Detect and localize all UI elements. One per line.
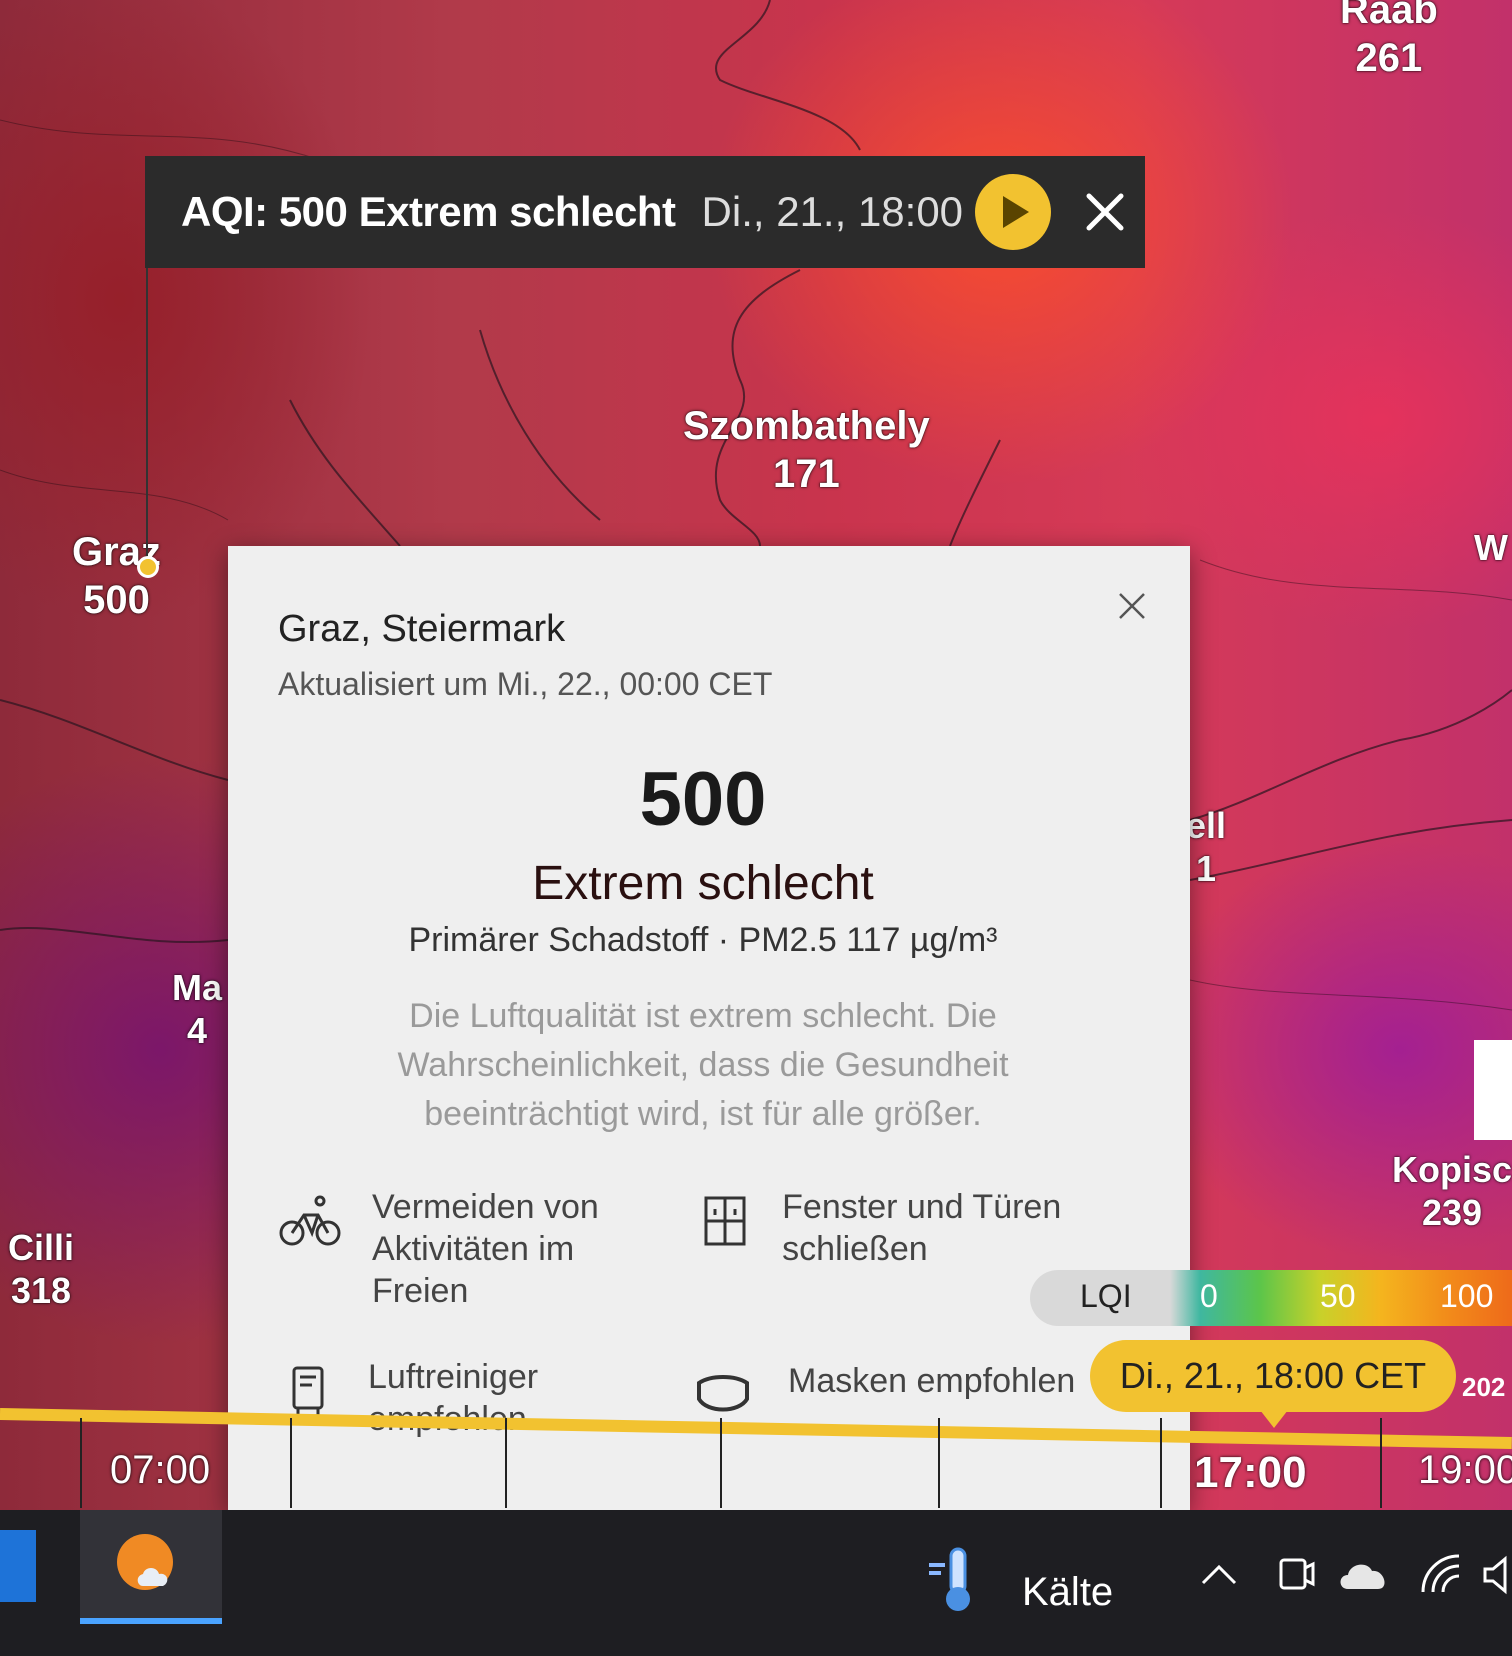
timeline-tick bbox=[720, 1418, 722, 1508]
card-close-button[interactable] bbox=[1112, 586, 1152, 626]
graz-location-marker[interactable] bbox=[137, 556, 159, 578]
city-name: ell bbox=[1186, 805, 1227, 846]
taskbar-meet-icon[interactable] bbox=[1272, 1546, 1322, 1602]
tip-label: Fenster und Türen schließen bbox=[782, 1188, 1062, 1268]
city-aqi-value: 239 bbox=[1421, 1192, 1483, 1234]
city-label-ell[interactable]: ell 1 bbox=[1186, 804, 1226, 890]
play-icon bbox=[1003, 196, 1029, 228]
city-name: Raab bbox=[1340, 0, 1438, 32]
bicycle-icon bbox=[278, 1186, 342, 1256]
timeline-tick bbox=[80, 1418, 82, 1508]
close-icon bbox=[1086, 193, 1124, 231]
legend-stop-0: 0 bbox=[1200, 1278, 1218, 1314]
taskbar bbox=[0, 1510, 1512, 1656]
taskbar-weather-widget[interactable] bbox=[920, 1540, 990, 1620]
aqi-color-legend[interactable]: LQI 0 50 100 bbox=[1030, 1270, 1512, 1326]
timeline-tick bbox=[1380, 1418, 1382, 1508]
tip-label: Vermeiden von Aktivitäten im Freien bbox=[372, 1188, 599, 1310]
card-primary-pollutant: Primärer Schadstoff · PM2.5 117 µg/m³ bbox=[408, 921, 998, 959]
taskbar-weather-label[interactable]: Kälte bbox=[1022, 1570, 1113, 1615]
aqi-bar-datetime: Di., 21., 18:00 bbox=[701, 188, 964, 235]
city-aqi-value: 318 bbox=[10, 1270, 72, 1312]
city-aqi-value: 500 bbox=[83, 578, 150, 622]
city-label-szombathely[interactable]: Szombathely 171 bbox=[683, 402, 930, 498]
timeline-tick bbox=[290, 1418, 292, 1508]
city-label-cilli[interactable]: Cilli 318 bbox=[8, 1226, 74, 1312]
wifi-icon bbox=[1421, 1554, 1460, 1593]
city-label-raab[interactable]: Raab 261 bbox=[1340, 0, 1438, 82]
city-name: Cilli bbox=[8, 1227, 75, 1268]
taskbar-app-edge[interactable] bbox=[0, 1530, 36, 1602]
tip-close-windows: Fenster und Türen schließen bbox=[698, 1186, 1118, 1270]
city-name: Kopisc bbox=[1392, 1149, 1512, 1190]
tip-avoid-outdoor: Vermeiden von Aktivitäten im Freien bbox=[278, 1186, 658, 1312]
play-button[interactable] bbox=[975, 174, 1051, 250]
city-label-w[interactable]: W bbox=[1474, 526, 1508, 569]
card-aqi-value: 500 bbox=[639, 757, 767, 842]
mask-icon bbox=[688, 1360, 758, 1430]
city-name: Ma bbox=[172, 967, 223, 1008]
timeline-tick bbox=[505, 1418, 507, 1508]
legend-stop-50: 50 bbox=[1320, 1278, 1356, 1314]
city-aqi-value: 4 bbox=[186, 1010, 208, 1052]
card-aqi-category: Extrem schlecht bbox=[532, 857, 874, 910]
close-icon bbox=[1119, 593, 1145, 619]
timeline-tick bbox=[1160, 1418, 1162, 1508]
window-icon bbox=[698, 1186, 752, 1256]
city-label-kopisc[interactable]: Kopisc 239 bbox=[1392, 1148, 1512, 1234]
tip-label: Masken empfohlen bbox=[788, 1362, 1076, 1400]
location-aqi-card: Graz, Steiermark Aktualisiert um Mi., 22… bbox=[228, 546, 1190, 1510]
timeline-time-label[interactable]: 17:00 bbox=[1194, 1448, 1307, 1498]
taskbar-show-hidden-icons[interactable] bbox=[1194, 1550, 1244, 1600]
timeline-time-label[interactable]: 19:00 bbox=[1418, 1448, 1512, 1493]
taskbar-onedrive[interactable] bbox=[1334, 1550, 1394, 1600]
speaker-icon bbox=[1483, 1555, 1507, 1595]
aqi-bar-title: AQI: 500 Extrem schlecht bbox=[181, 188, 676, 235]
legend-stop-100: 100 bbox=[1440, 1278, 1494, 1314]
aqi-bar-close-button[interactable] bbox=[1075, 182, 1135, 242]
chevron-up-icon bbox=[1201, 1564, 1237, 1585]
camera-icon bbox=[1279, 1558, 1315, 1590]
city-name: W bbox=[1474, 527, 1508, 568]
timeline-partial-label: 202 bbox=[1462, 1372, 1506, 1402]
city-aqi-value: 1 bbox=[1196, 848, 1217, 890]
city-label-ma[interactable]: Ma 4 bbox=[172, 966, 222, 1052]
city-aqi-value: 171 bbox=[772, 452, 840, 496]
side-panel-edge[interactable] bbox=[1474, 1040, 1512, 1140]
cloud-icon bbox=[1340, 1564, 1385, 1589]
timeline-time-label[interactable]: 07:00 bbox=[110, 1448, 210, 1493]
taskbar-volume[interactable] bbox=[1480, 1550, 1512, 1600]
legend-label: LQI bbox=[1080, 1278, 1132, 1314]
weather-app-icon bbox=[117, 1534, 173, 1590]
aqi-info-bar: AQI: 500 Extrem schlecht Di., 21., 18:00 bbox=[145, 156, 1145, 268]
thermometer-cold-icon bbox=[929, 1547, 970, 1611]
card-description: Die Luftqualität ist extrem schlecht. Di… bbox=[397, 997, 1009, 1133]
card-updated-time: Aktualisiert um Mi., 22., 00:00 CET bbox=[278, 666, 773, 702]
timeline-selected-date[interactable]: Di., 21., 18:00 CET bbox=[1090, 1340, 1456, 1428]
graz-connector-line bbox=[146, 268, 148, 558]
tip-masks: Masken empfohlen bbox=[688, 1360, 1108, 1430]
city-aqi-value: 261 bbox=[1355, 36, 1423, 80]
taskbar-wifi[interactable] bbox=[1416, 1546, 1466, 1602]
taskbar-weather-app[interactable] bbox=[80, 1510, 222, 1624]
card-location-title: Graz, Steiermark bbox=[278, 608, 566, 650]
city-name: Szombathely bbox=[683, 404, 930, 448]
timeline-tick bbox=[938, 1418, 940, 1508]
